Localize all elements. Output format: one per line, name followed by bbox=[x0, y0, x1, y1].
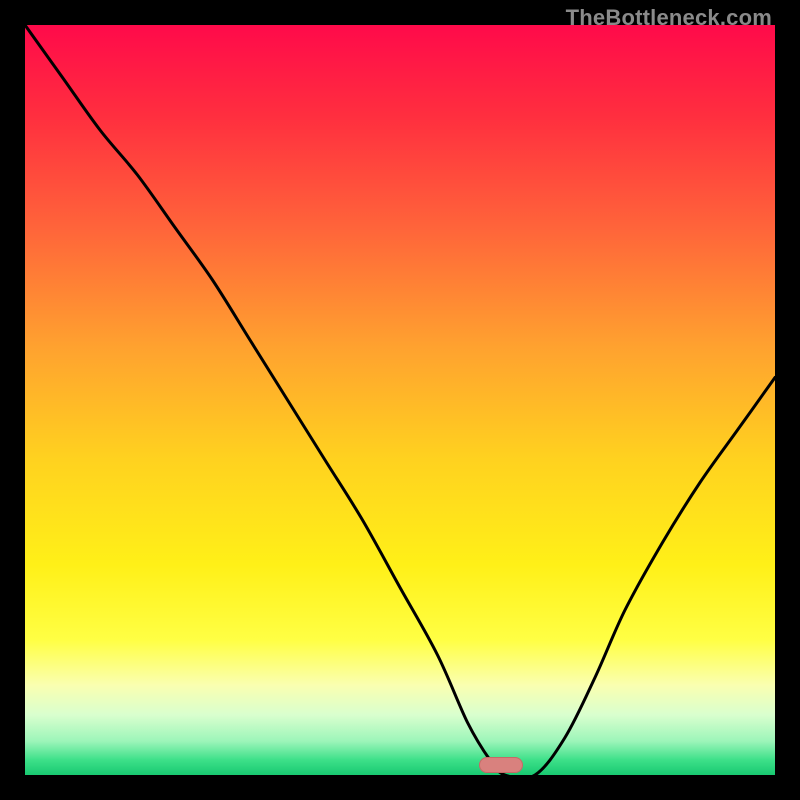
optimal-marker bbox=[479, 757, 523, 773]
bottleneck-curve bbox=[25, 25, 775, 775]
watermark-text: TheBottleneck.com bbox=[566, 5, 772, 31]
plot-area bbox=[25, 25, 775, 775]
chart-frame: TheBottleneck.com bbox=[0, 0, 800, 800]
